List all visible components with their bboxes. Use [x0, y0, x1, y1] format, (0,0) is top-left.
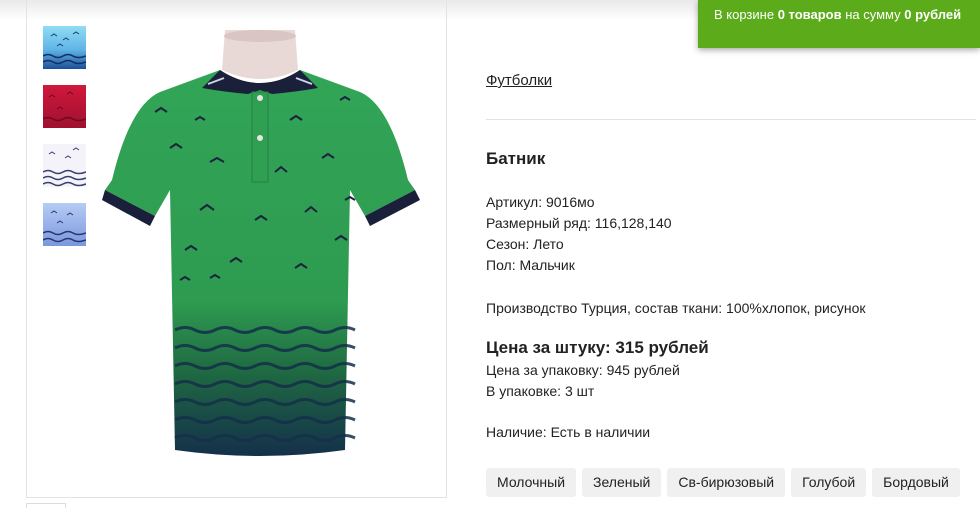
- thumbnail-light-blue[interactable]: [43, 26, 86, 69]
- breadcrumb-category-link[interactable]: Футболки: [486, 72, 552, 89]
- spec-article: Артикул: 9016мо: [486, 194, 595, 210]
- cart-total: 0 рублей: [904, 7, 962, 22]
- spec-season: Сезон: Лето: [486, 236, 564, 252]
- color-options: Молочный Зеленый Св-бирюзовый Голубой Бо…: [486, 468, 960, 497]
- product-main-image[interactable]: [100, 30, 436, 463]
- availability: Наличие: Есть в наличии: [486, 424, 651, 440]
- spec-size-range: Размерный ряд: 116,128,140: [486, 215, 672, 231]
- color-option-burgundy[interactable]: Бордовый: [872, 468, 960, 497]
- thumbnail-red[interactable]: [43, 85, 86, 128]
- color-option-light-turquoise[interactable]: Св-бирюзовый: [667, 468, 786, 497]
- thumbnail-white[interactable]: [43, 144, 86, 187]
- color-option-light-blue[interactable]: Голубой: [791, 468, 867, 497]
- product-specs: Артикул: 9016мо Размерный ряд: 116,128,1…: [486, 192, 672, 276]
- divider: [486, 119, 976, 120]
- cart-middle: на сумму: [845, 7, 901, 22]
- color-option-green[interactable]: Зеленый: [582, 468, 662, 497]
- color-option-milk[interactable]: Молочный: [486, 468, 577, 497]
- thumbnail-list: [43, 26, 86, 262]
- price-per-piece: Цена за штуку: 315 рублей: [486, 338, 709, 357]
- product-title: Батник: [486, 149, 546, 168]
- price-pack-block: Цена за упаковку: 945 рублей В упаковке:…: [486, 360, 680, 402]
- cart-prefix: В корзине: [714, 7, 775, 22]
- thumbnail-blue[interactable]: [43, 203, 86, 246]
- product-description: Производство Турция, состав ткани: 100%х…: [486, 300, 866, 316]
- spec-gender: Пол: Мальчик: [486, 257, 575, 273]
- pack-quantity: В упаковке: 3 шт: [486, 383, 595, 399]
- thumbnail-partial[interactable]: [26, 503, 66, 508]
- cart-banner[interactable]: В корзине 0 товаров на сумму 0 рублей: [698, 0, 980, 48]
- cart-items-count: 0 товаров: [777, 7, 842, 22]
- price-per-pack: Цена за упаковку: 945 рублей: [486, 362, 680, 378]
